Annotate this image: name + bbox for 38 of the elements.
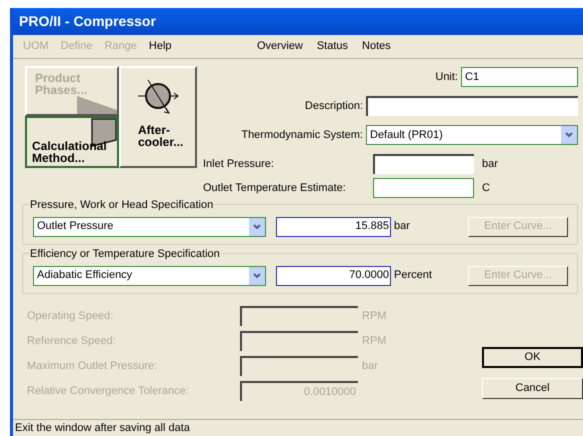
unit-label: RPM	[362, 308, 386, 324]
thermodynamic-system-label: Thermodynamic System:	[241, 128, 363, 143]
status-bar-text: Exit the window after saving all data	[15, 420, 190, 436]
field-label: Relative Convergence Tolerance:	[27, 384, 190, 399]
unit-field[interactable]: C1	[461, 67, 578, 87]
icon-button[interactable]: Calculational Method...	[25, 116, 119, 168]
field-label: Operating Speed:	[27, 308, 114, 324]
value-field[interactable]: 15.885	[276, 216, 391, 236]
thermodynamic-system-dropdown[interactable]: Default (PR01)	[366, 125, 578, 145]
unit-label: RPM	[362, 334, 386, 349]
tab-link[interactable]: Overview	[257, 38, 303, 55]
unit-label: bar	[394, 219, 411, 234]
group-box-title: Pressure, Work or Head Specification	[29, 197, 214, 214]
unit-label: C	[482, 180, 490, 196]
outlet-temperature-label: Outlet Temperature Estimate:	[202, 180, 347, 196]
field-label: Maximum Outlet Pressure:	[27, 358, 158, 374]
tab-link[interactable]: Notes	[362, 38, 391, 55]
window-title: PRO/II - Compressor	[19, 12, 156, 31]
description-field[interactable]	[366, 96, 578, 116]
inlet-pressure-label: Inlet Pressure:	[202, 156, 275, 172]
icon-button[interactable]: After-cooler...	[119, 66, 197, 168]
dialog-button[interactable]: OK	[482, 347, 583, 368]
unit-label: Unit:	[435, 70, 458, 85]
compressor-drawing	[77, 96, 117, 114]
group-box-title: Efficiency or Temperature Specification	[29, 246, 221, 262]
outlet-temperature-field[interactable]	[373, 178, 474, 198]
option-dropdown[interactable]: Adiabatic Efficiency	[33, 266, 266, 286]
unit-label: Percent	[394, 268, 433, 284]
field-label: Reference Speed:	[27, 334, 117, 349]
value-field[interactable]: 70.0000	[276, 266, 391, 286]
tab-link[interactable]: Status	[316, 38, 348, 55]
inlet-pressure-field[interactable]	[373, 154, 474, 174]
unit-label: bar	[482, 156, 498, 172]
menu-item[interactable]: Help	[148, 38, 172, 55]
option-dropdown[interactable]: Outlet Pressure	[33, 216, 266, 236]
dialog-button[interactable]: Cancel	[482, 378, 583, 399]
unit-label: bar	[362, 358, 378, 374]
description-label: Description:	[304, 98, 363, 114]
